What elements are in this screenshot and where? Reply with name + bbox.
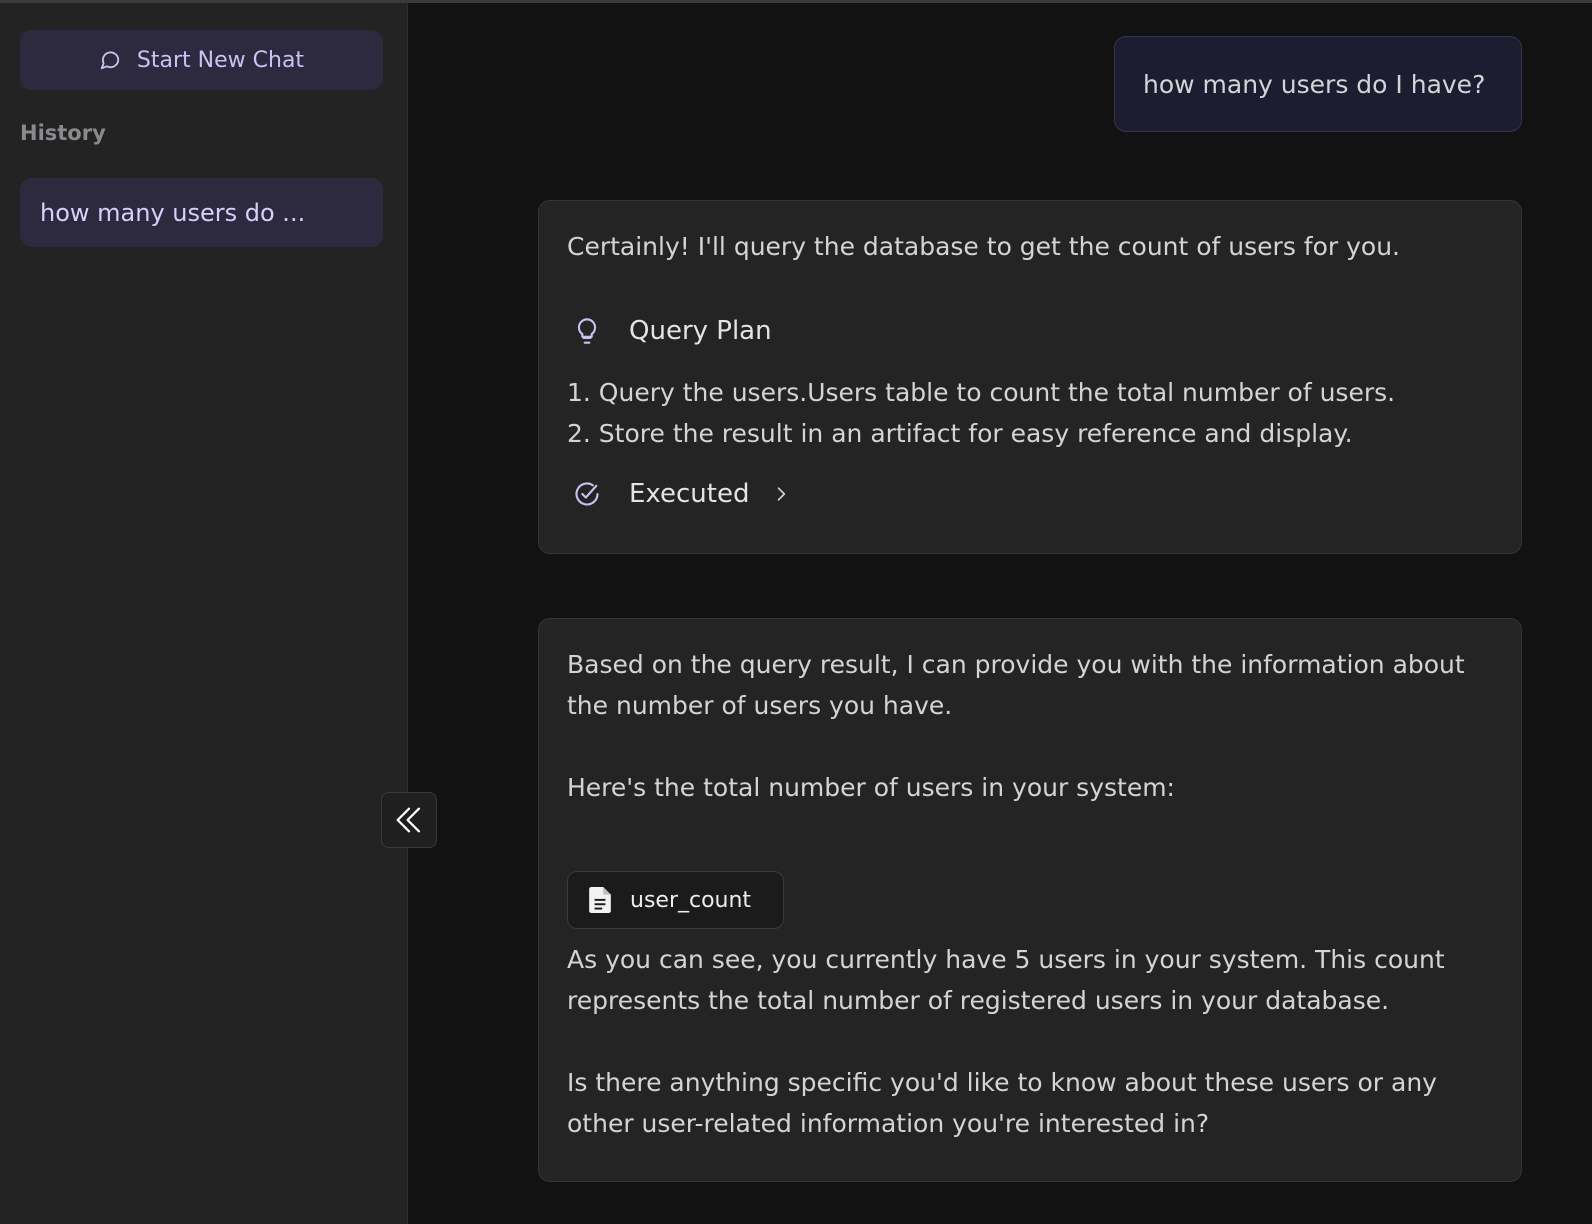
user-message-text: how many users do I have? bbox=[1143, 69, 1486, 99]
app-window: Start New Chat History how many users do… bbox=[0, 0, 1592, 1224]
query-plan-step: 1. Query the users.Users table to count … bbox=[567, 378, 1396, 407]
lightbulb-icon bbox=[577, 318, 597, 344]
start-new-chat-button[interactable]: Start New Chat bbox=[20, 30, 383, 90]
assistant-message-result: Based on the query result, I can provide… bbox=[538, 618, 1522, 1182]
user-message-bubble: how many users do I have? bbox=[1114, 36, 1522, 132]
assistant-paragraph: Here's the total number of users in your… bbox=[567, 773, 1175, 802]
query-plan-header: Query Plan bbox=[567, 311, 772, 351]
history-item[interactable]: how many users do ... bbox=[20, 178, 383, 247]
artifact-chip[interactable]: user_count bbox=[567, 871, 784, 929]
assistant-paragraph: Is there anything specific you'd like to… bbox=[567, 1068, 1437, 1138]
sidebar: Start New Chat History how many users do… bbox=[0, 3, 408, 1224]
double-chevron-left-icon bbox=[396, 807, 421, 833]
artifact-name: user_count bbox=[630, 887, 752, 913]
query-plan-title: Query Plan bbox=[629, 316, 772, 346]
assistant-message-plan: Certainly! I'll query the database to ge… bbox=[538, 200, 1522, 554]
document-icon bbox=[589, 887, 611, 913]
assistant-paragraph: Based on the query result, I can provide… bbox=[567, 650, 1465, 720]
collapse-sidebar-button[interactable] bbox=[381, 792, 437, 848]
start-new-chat-label: Start New Chat bbox=[136, 47, 305, 73]
chat-bubble-icon bbox=[100, 51, 120, 70]
chevron-right-icon[interactable] bbox=[771, 484, 791, 504]
check-circle-icon bbox=[575, 482, 599, 506]
execution-status[interactable]: Executed bbox=[567, 474, 791, 514]
assistant-paragraph: As you can see, you currently have 5 use… bbox=[567, 945, 1445, 1015]
query-plan-step: 2. Store the result in an artifact for e… bbox=[567, 419, 1353, 448]
assistant-intro-text: Certainly! I'll query the database to ge… bbox=[567, 232, 1401, 261]
execution-status-label: Executed bbox=[629, 479, 750, 509]
history-heading: History bbox=[20, 121, 106, 145]
